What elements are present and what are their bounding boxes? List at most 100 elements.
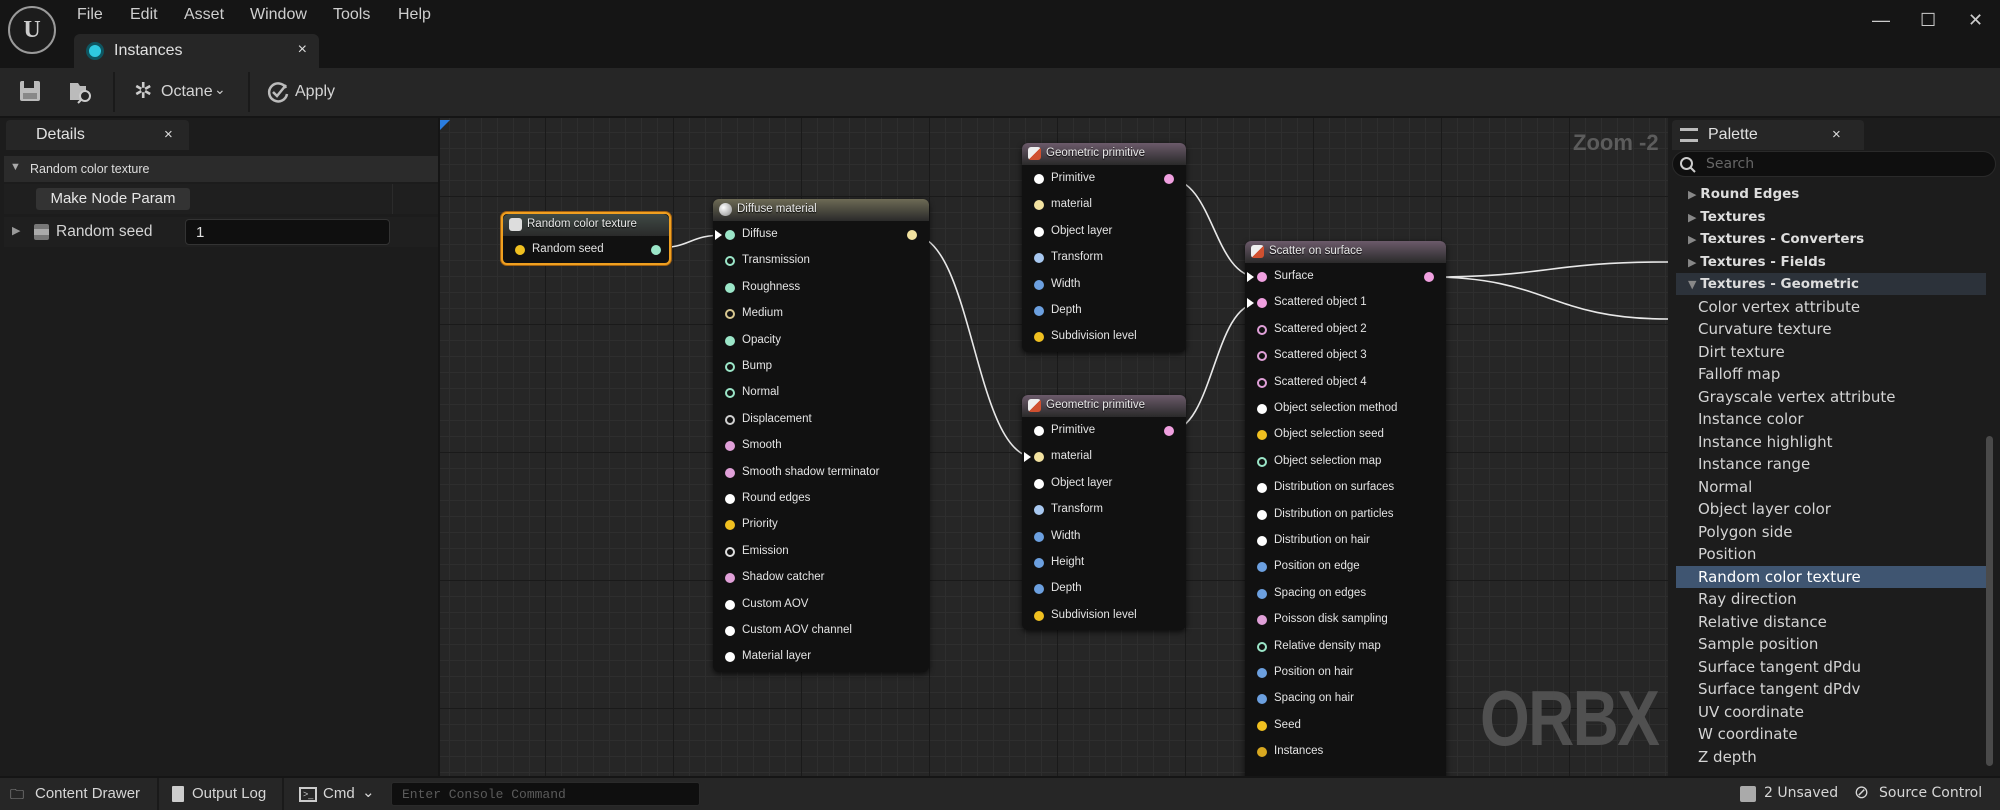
input-pin[interactable]: [1257, 588, 1267, 599]
palette-item[interactable]: Random color texture: [1676, 565, 1986, 588]
node-header[interactable]: Geometric primitive: [1022, 143, 1186, 165]
palette-item[interactable]: Position: [1676, 543, 1986, 565]
output-pin[interactable]: [1424, 272, 1434, 282]
input-pin[interactable]: [1034, 478, 1044, 489]
palette-item[interactable]: Polygon side: [1676, 521, 1986, 543]
palette-category[interactable]: ▶ Textures - Image: [1676, 768, 1986, 770]
input-pin[interactable]: [1034, 505, 1044, 516]
palette-item[interactable]: Surface tangent dPdv: [1676, 678, 1986, 700]
input-pin[interactable]: [1034, 610, 1044, 621]
palette-item[interactable]: Sample position: [1676, 633, 1986, 655]
tab-instances[interactable]: Instances ×: [74, 34, 319, 68]
input-pin[interactable]: [725, 414, 735, 425]
node-geo2[interactable]: Geometric primitive Primitive material Obje…: [1022, 395, 1186, 630]
input-pin[interactable]: [725, 599, 735, 610]
input-pin[interactable]: [1257, 562, 1267, 573]
input-pin[interactable]: [1034, 332, 1044, 343]
input-pin[interactable]: [725, 362, 735, 372]
octane-menu-button[interactable]: ✲ Octane ⌄: [130, 72, 230, 112]
expand-triangle-icon[interactable]: ▶: [12, 224, 20, 237]
close-window-button[interactable]: ✕: [1968, 10, 1983, 31]
palette-item[interactable]: Instance highlight: [1676, 431, 1986, 453]
palette-scrollbar[interactable]: [1986, 436, 1993, 766]
input-pin[interactable]: [1257, 747, 1267, 758]
palette-search-input[interactable]: Search: [1672, 151, 1996, 177]
input-pin[interactable]: [515, 245, 525, 255]
input-pin[interactable]: [1034, 279, 1044, 290]
menu-help[interactable]: Help: [398, 6, 431, 24]
palette-item[interactable]: Falloff map: [1676, 363, 1986, 385]
content-drawer-button[interactable]: 🗀 Content Drawer: [0, 778, 155, 810]
node-scatter[interactable]: Scatter on surface Surface Scattered objec…: [1245, 241, 1446, 776]
input-pin[interactable]: [725, 520, 735, 531]
console-command-input[interactable]: Enter Console Command: [391, 782, 700, 806]
input-pin[interactable]: [1257, 720, 1267, 731]
input-pin[interactable]: [725, 441, 735, 452]
input-pin[interactable]: [725, 546, 735, 557]
minimize-button[interactable]: —: [1872, 10, 1890, 31]
menu-tools[interactable]: Tools: [333, 6, 370, 24]
tab-palette[interactable]: Palette ×: [1672, 120, 1864, 150]
random-seed-input[interactable]: 1: [185, 219, 390, 245]
save-icon[interactable]: [19, 80, 41, 102]
input-pin[interactable]: [1257, 272, 1267, 282]
input-pin[interactable]: [1034, 253, 1044, 264]
palette-category[interactable]: ▶ Textures - Fields: [1676, 251, 1986, 273]
palette-item[interactable]: Surface tangent dPdu: [1676, 656, 1986, 678]
input-pin[interactable]: [725, 309, 735, 320]
palette-item[interactable]: UV coordinate: [1676, 701, 1986, 723]
palette-item[interactable]: Relative distance: [1676, 611, 1986, 633]
input-pin[interactable]: [1257, 509, 1267, 520]
input-pin[interactable]: [1257, 483, 1267, 494]
palette-item[interactable]: Instance color: [1676, 408, 1986, 430]
palette-item[interactable]: W coordinate: [1676, 723, 1986, 745]
input-pin[interactable]: [725, 282, 735, 293]
palette-item[interactable]: Instance range: [1676, 453, 1986, 475]
input-pin[interactable]: [725, 335, 735, 346]
node-rct[interactable]: Random color texture Random seed: [501, 212, 671, 265]
menu-edit[interactable]: Edit: [130, 6, 158, 24]
output-pin[interactable]: [651, 245, 661, 255]
tab-details[interactable]: Details ×: [6, 120, 189, 150]
input-pin[interactable]: [1257, 404, 1267, 414]
close-details-button[interactable]: ×: [164, 126, 173, 143]
palette-category[interactable]: ▶ Textures: [1676, 206, 1986, 228]
palette-item[interactable]: Z depth: [1676, 746, 1986, 768]
node-header[interactable]: Diffuse material: [713, 199, 929, 221]
input-pin[interactable]: [1034, 306, 1044, 316]
input-pin[interactable]: [1257, 324, 1267, 335]
input-pin[interactable]: [1034, 226, 1044, 237]
input-pin[interactable]: [1034, 452, 1044, 463]
output-log-button[interactable]: Output Log: [160, 778, 280, 810]
connection-wire[interactable]: [1428, 261, 1668, 278]
node-header[interactable]: Scatter on surface: [1245, 241, 1446, 263]
input-pin[interactable]: [1034, 558, 1044, 568]
folder-search-icon[interactable]: [68, 79, 94, 105]
output-pin[interactable]: [1164, 426, 1174, 436]
palette-item[interactable]: Normal: [1676, 476, 1986, 498]
input-pin[interactable]: [1257, 536, 1267, 546]
section-header[interactable]: ▼ Random color texture: [4, 156, 438, 182]
input-pin[interactable]: [725, 626, 735, 636]
node-geo1[interactable]: Geometric primitive Primitive material Obje…: [1022, 143, 1186, 352]
input-pin[interactable]: [1257, 351, 1267, 362]
input-pin[interactable]: [1257, 694, 1267, 705]
palette-item[interactable]: Ray direction: [1676, 588, 1986, 610]
connection-wire[interactable]: [1428, 276, 1668, 320]
input-pin[interactable]: [1034, 200, 1044, 211]
input-pin[interactable]: [725, 467, 735, 478]
input-pin[interactable]: [1257, 456, 1267, 467]
input-pin[interactable]: [1257, 430, 1267, 441]
output-pin[interactable]: [1164, 174, 1174, 184]
input-pin[interactable]: [1034, 531, 1044, 542]
palette-category[interactable]: ▼ Textures - Geometric: [1676, 273, 1986, 295]
input-pin[interactable]: [1257, 298, 1267, 309]
input-pin[interactable]: [1034, 426, 1044, 436]
source-control-button[interactable]: ⊘ Source Control: [1850, 778, 1998, 810]
node-header[interactable]: Random color texture: [503, 214, 669, 236]
palette-item[interactable]: Grayscale vertex attribute: [1676, 386, 1986, 408]
menu-asset[interactable]: Asset: [184, 6, 224, 24]
make-node-param-button[interactable]: Make Node Param: [36, 188, 190, 210]
input-pin[interactable]: [725, 573, 735, 584]
menu-file[interactable]: File: [77, 6, 103, 24]
